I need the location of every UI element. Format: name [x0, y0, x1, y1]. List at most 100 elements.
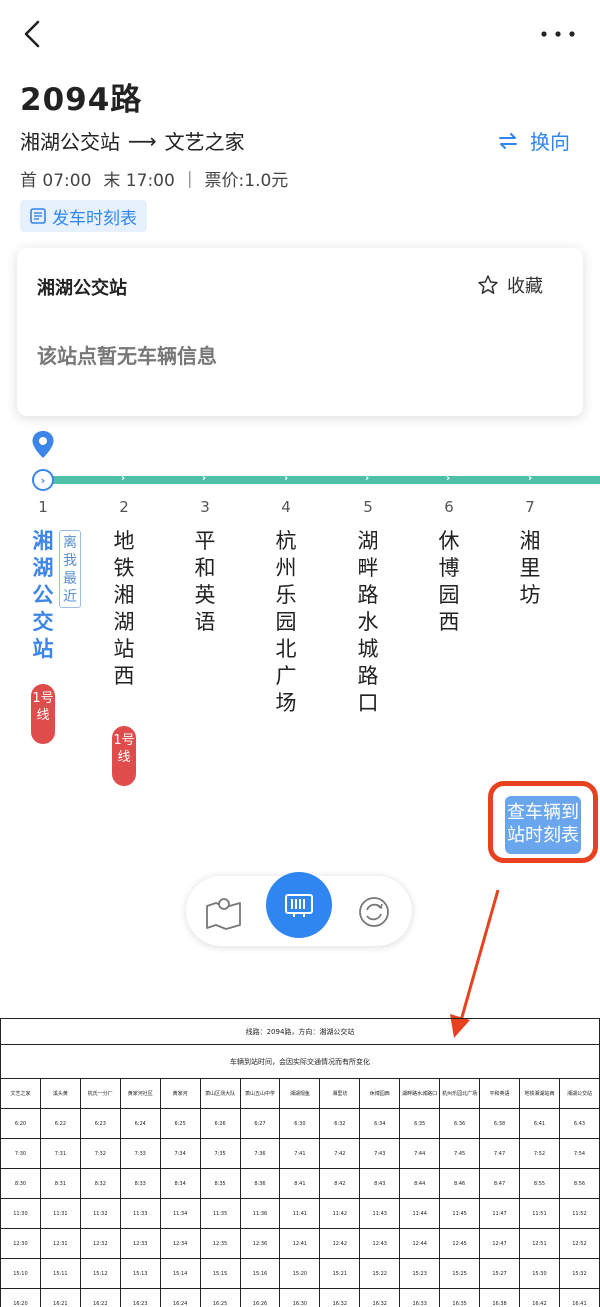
- timetable-cell: 15:25: [439, 1258, 481, 1289]
- metro-line-badge: 1号线: [31, 684, 55, 744]
- timetable-header-cell: 杭州乐园北广场: [439, 1078, 481, 1109]
- timetable-cell: 7:34: [159, 1138, 201, 1169]
- timetable-cell: 16:22: [79, 1288, 121, 1307]
- timetable-cell: 15:10: [0, 1258, 41, 1289]
- stop-item[interactable]: 2 地铁湘湖站西: [104, 498, 144, 690]
- timetable-cell: 11:31: [39, 1198, 81, 1229]
- back-arrow-icon[interactable]: [18, 16, 48, 52]
- timetable-cell: 16:41: [558, 1288, 600, 1307]
- timetable-cell: 7:35: [199, 1138, 241, 1169]
- timetable-cell: 8:33: [119, 1168, 161, 1199]
- timetable-cell: 16:32: [319, 1288, 361, 1307]
- timetable-cell: 16:20: [0, 1288, 41, 1307]
- stop-item[interactable]: 5 湖畔路水城路口: [348, 498, 388, 717]
- timetable-cell: 7:54: [558, 1138, 600, 1169]
- favorite-button[interactable]: 收藏: [477, 272, 543, 298]
- timetable-cell: 15:14: [159, 1258, 201, 1289]
- timetable-cell: 6:38: [479, 1108, 520, 1139]
- direction-arrow: ⟶: [128, 128, 157, 153]
- timetable-cell: 16:38: [479, 1288, 520, 1307]
- timetable-cell: 8:41: [279, 1168, 321, 1199]
- timetable-cell: 6:32: [319, 1108, 361, 1139]
- timetable-cell: 6:22: [39, 1108, 81, 1139]
- top-bar: [0, 0, 600, 70]
- timetable-cell: 15:13: [119, 1258, 161, 1289]
- timetable-cell: 15:30: [518, 1258, 560, 1289]
- timetable-cell: 7:42: [319, 1138, 361, 1169]
- timetable-header-cell: 文艺之家: [0, 1078, 41, 1109]
- timetable-cell: 7:33: [119, 1138, 161, 1169]
- timetable-caption: 线路：2094路，方向：湘湖公交站: [0, 1018, 600, 1045]
- timetable-row: 6:20 6:22 6:23 6:24 6:25 6:26 6:27 6:30 6:32 6:34…: [0, 1108, 600, 1139]
- stop-item[interactable]: 1 湘湖公交站: [23, 498, 63, 663]
- timetable-header-row: 文艺之家 溪头黄 杭氏一分厂 黄家河社区 黄家河 萧山区测大队 萧山五山中学 湘湖观鱼 湘里坊休…: [0, 1078, 600, 1109]
- timetable-cell: 12:43: [359, 1228, 401, 1259]
- timetable-cell: 16:32: [359, 1288, 401, 1307]
- timetable-cell: 12:32: [79, 1228, 121, 1259]
- vehicle-timetable: 线路：2094路，方向：湘湖公交站 车辆到站时间，会因实际交通情况而有所变化 文艺之…: [0, 1018, 600, 1307]
- timetable-cell: 15:11: [39, 1258, 81, 1289]
- stop-number: 1: [38, 498, 48, 516]
- direction-to: 文艺之家: [164, 130, 245, 154]
- timetable-cell: 15:20: [279, 1258, 321, 1289]
- timetable-cell: 11:41: [279, 1198, 321, 1229]
- line-chevron-icon: ›: [446, 473, 451, 484]
- stop-info-card: 湘湖公交站 收藏 该站点暂无车辆信息: [17, 248, 583, 416]
- timetable-cell: 16:24: [159, 1288, 201, 1307]
- bus-stop-sign-button[interactable]: [266, 872, 332, 938]
- timetable-cell: 11:44: [399, 1198, 441, 1229]
- stop-item[interactable]: 4 杭州乐园北广场: [266, 498, 306, 717]
- timetable-cell: 16:33: [399, 1288, 441, 1307]
- timetable-header-cell: 黄家河: [159, 1078, 201, 1109]
- timetable-cell: 12:31: [39, 1228, 81, 1259]
- timetable-cell: 8:34: [159, 1168, 201, 1199]
- timetable-cell: 16:35: [439, 1288, 481, 1307]
- vehicle-arrival-timetable-button[interactable]: 查车辆到站时刻表: [505, 796, 581, 854]
- stop-name: 地铁湘湖站西: [113, 529, 135, 688]
- timetable-cell: 7:45: [439, 1138, 481, 1169]
- swap-direction-button[interactable]: 换向: [498, 126, 570, 155]
- no-vehicle-message: 该站点暂无车辆信息: [37, 344, 217, 368]
- card-stop-name: 湘湖公交站: [37, 278, 127, 299]
- swap-icon: [499, 132, 517, 149]
- timetable-cell: 6:36: [439, 1108, 481, 1139]
- timetable-header-cell: 湖畔路水城路口: [399, 1078, 441, 1109]
- highlight-box: 查车辆到站时刻表: [488, 781, 598, 863]
- timetable-header-cell: 平和英语: [479, 1078, 520, 1109]
- route-title: 2094路: [20, 82, 143, 118]
- more-options-icon[interactable]: [536, 26, 580, 42]
- timetable-cell: 11:51: [518, 1198, 560, 1229]
- stop-name: 湖畔路水城路口: [357, 529, 379, 715]
- timetable-cell: 7:31: [39, 1138, 81, 1169]
- line-chevron-icon: ›: [121, 473, 126, 484]
- timetable-header-cell: 休博园西: [359, 1078, 401, 1109]
- timetable-cell: 11:34: [159, 1198, 201, 1229]
- route-direction: 湘湖公交站 ⟶ 文艺之家: [20, 126, 245, 155]
- timetable-cell: 8:56: [558, 1168, 600, 1199]
- stop-number: 3: [200, 498, 210, 516]
- stop-number: 2: [119, 498, 129, 516]
- bottom-action-bar: [186, 872, 412, 946]
- timetable-cell: 8:42: [319, 1168, 361, 1199]
- ticket-price: 票价:1.0元: [204, 171, 289, 191]
- timetable-cell: 8:47: [479, 1168, 520, 1199]
- refresh-icon[interactable]: [356, 894, 392, 930]
- map-icon[interactable]: [204, 894, 244, 930]
- timetable-cell: 11:47: [479, 1198, 520, 1229]
- stop-item[interactable]: 3 平和英语: [185, 498, 225, 636]
- timetable-cell: 7:36: [239, 1138, 281, 1169]
- stop-name: 湘湖公交站: [32, 529, 54, 661]
- timetable-cell: 6:34: [359, 1108, 401, 1139]
- stop-item[interactable]: 6 休博园西: [429, 498, 469, 636]
- timetable-row: 12:30 12:31 12:32 12:33 12:34 12:35 12:36 12:41…: [0, 1228, 600, 1259]
- stop-number: 4: [281, 498, 291, 516]
- route-line: [42, 476, 600, 484]
- stop-name: 休博园西: [438, 529, 460, 634]
- line-chevron-icon: ›: [528, 473, 533, 484]
- departure-timetable-button[interactable]: 发车时刻表: [20, 200, 147, 232]
- stop-item[interactable]: 7 湘里坊: [510, 498, 550, 609]
- timetable-header-cell: 萧山五山中学: [239, 1078, 281, 1109]
- timetable-cell: 6:41: [518, 1108, 560, 1139]
- timetable-cell: 15:16: [239, 1258, 281, 1289]
- timetable-cell: 16:30: [279, 1288, 321, 1307]
